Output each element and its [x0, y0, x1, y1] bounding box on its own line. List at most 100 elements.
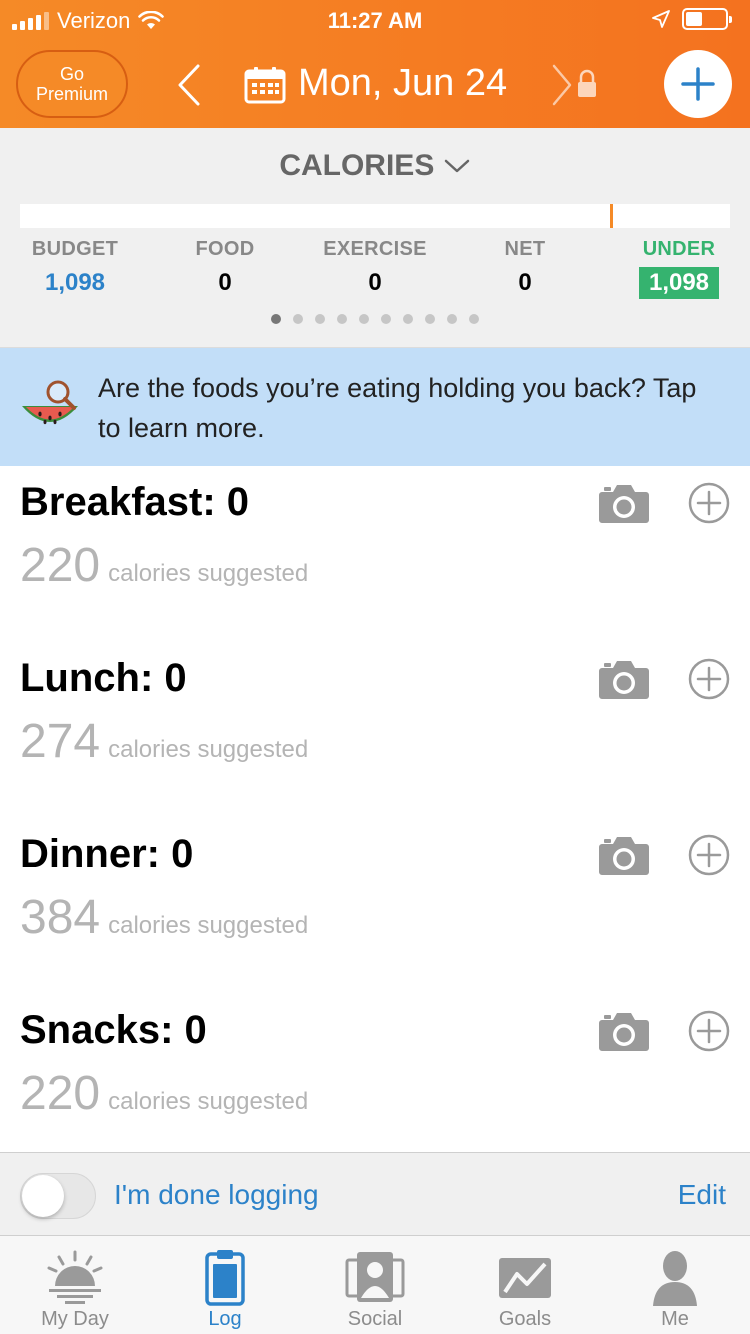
meal-suggested: 384 calories suggested [20, 890, 308, 945]
status-bar: Verizon 11:27 AM [0, 0, 750, 40]
suggested-label: calories suggested [108, 912, 309, 939]
calorie-summary[interactable]: CALORIES BUDGET 1,098 FOOD 0 EXERCISE 0 … [0, 128, 750, 348]
camera-icon[interactable] [598, 1010, 650, 1052]
promo-text: Are the foods you’re eating holding you … [98, 373, 697, 443]
calories-title: CALORIES [279, 149, 435, 183]
previous-day-chevron-icon[interactable] [170, 60, 210, 110]
calorie-stats: BUDGET 1,098 FOOD 0 EXERCISE 0 NET 0 UND… [0, 238, 750, 308]
stat-label: UNDER [642, 238, 716, 260]
meal-title: Breakfast: 0 [20, 480, 250, 524]
watermelon-magnifier-icon [22, 380, 78, 425]
calendar-icon[interactable] [244, 66, 286, 104]
page-dot[interactable] [293, 314, 303, 324]
page-dot[interactable] [403, 314, 413, 324]
page-dot[interactable] [315, 314, 325, 324]
meal-section-breakfast: Breakfast: 0 220 calories suggested [0, 466, 750, 642]
page-dot[interactable] [359, 314, 369, 324]
tab-me[interactable]: Me [600, 1236, 750, 1334]
page-indicator[interactable] [0, 314, 750, 324]
tab-label: Social [347, 1308, 403, 1330]
chevron-down-icon [444, 159, 469, 173]
suggested-label: calories suggested [108, 560, 309, 587]
meal-suggested: 274 calories suggested [20, 714, 308, 769]
toggle-knob [22, 1175, 64, 1217]
suggested-label: calories suggested [108, 736, 309, 763]
suggested-calories: 220 [20, 1067, 101, 1120]
stat-exercise: EXERCISE 0 [300, 238, 450, 297]
page-dot[interactable] [381, 314, 391, 324]
meal-suggested: 220 calories suggested [20, 538, 308, 593]
status-right [652, 8, 732, 30]
done-logging-bar: I'm done logging Edit [0, 1152, 750, 1236]
stat-net: NET 0 [450, 238, 600, 297]
tab-bar: My Day Log Social Goals Me [0, 1236, 750, 1334]
page-dot[interactable] [271, 314, 281, 324]
done-logging-label[interactable]: I'm done logging [114, 1179, 319, 1211]
meal-title: Dinner: 0 [20, 832, 194, 876]
stat-label: EXERCISE [323, 238, 427, 260]
meal-section-dinner: Dinner: 0 384 calories suggested [0, 818, 750, 994]
add-food-plus-icon[interactable] [688, 1010, 730, 1052]
tab-label: Me [661, 1308, 689, 1330]
calories-dropdown[interactable]: CALORIES [0, 148, 750, 183]
current-date[interactable]: Mon, Jun 24 [298, 62, 507, 105]
plus-icon [681, 67, 715, 101]
meal-suggested: 220 calories suggested [20, 1066, 308, 1121]
app-header: Verizon 11:27 AM Go Premium Mon, Jun 24 [0, 0, 750, 128]
next-day-locked-icon[interactable] [548, 60, 602, 110]
premium-label-line2: Premium [35, 84, 108, 104]
stat-budget: BUDGET 1,098 [0, 238, 150, 297]
stat-label: BUDGET [31, 238, 119, 260]
edit-button[interactable]: Edit [678, 1179, 726, 1211]
add-food-plus-icon[interactable] [688, 834, 730, 876]
battery-icon [682, 8, 732, 30]
done-logging-toggle[interactable] [20, 1173, 96, 1219]
camera-icon[interactable] [598, 834, 650, 876]
tab-goals[interactable]: Goals [450, 1236, 600, 1334]
stat-label: NET [504, 238, 546, 260]
stat-food: FOOD 0 [150, 238, 300, 297]
suggested-calories: 274 [20, 715, 101, 768]
clipboard-icon [205, 1250, 245, 1306]
meal-title: Snacks: 0 [20, 1008, 207, 1052]
tab-social[interactable]: Social [300, 1236, 450, 1334]
tab-label: My Day [41, 1308, 109, 1330]
add-food-plus-icon[interactable] [688, 482, 730, 524]
stat-label: FOOD [195, 238, 255, 260]
under-badge: 1,098 [638, 267, 720, 299]
camera-icon[interactable] [598, 482, 650, 524]
stat-value: 1,098 [44, 269, 106, 296]
sunrise-icon [47, 1250, 103, 1304]
add-food-plus-icon[interactable] [688, 658, 730, 700]
meal-section-lunch: Lunch: 0 274 calories suggested [0, 642, 750, 818]
meal-section-snacks: Snacks: 0 220 calories suggested [0, 994, 750, 1170]
people-icon [345, 1252, 405, 1302]
add-entry-button[interactable] [664, 50, 732, 118]
page-dot[interactable] [447, 314, 457, 324]
camera-icon[interactable] [598, 658, 650, 700]
status-time: 11:27 AM [327, 8, 423, 33]
tab-label: Log [208, 1308, 242, 1330]
stat-under: UNDER 1,098 [604, 238, 750, 299]
meal-title: Lunch: 0 [20, 656, 187, 700]
tab-my-day[interactable]: My Day [0, 1236, 150, 1334]
page-dot[interactable] [469, 314, 479, 324]
stat-value: 0 [218, 269, 232, 296]
tab-label: Goals [498, 1308, 552, 1330]
tab-log[interactable]: Log [150, 1236, 300, 1334]
stat-value: 0 [368, 269, 382, 296]
promo-banner[interactable]: Are the foods you’re eating holding you … [0, 348, 750, 466]
suggested-calories: 220 [20, 539, 101, 592]
suggested-label: calories suggested [108, 1088, 309, 1115]
stat-value: 0 [518, 269, 532, 296]
person-icon [653, 1251, 697, 1306]
progress-marker [610, 204, 613, 228]
page-dot[interactable] [425, 314, 435, 324]
calorie-progress-bar [20, 204, 730, 228]
location-arrow-icon [652, 10, 670, 28]
go-premium-button[interactable]: Go Premium [16, 50, 128, 118]
page-dot[interactable] [337, 314, 347, 324]
envelope-chart-icon [499, 1258, 551, 1298]
premium-label-line1: Go [59, 64, 84, 84]
suggested-calories: 384 [20, 891, 101, 944]
